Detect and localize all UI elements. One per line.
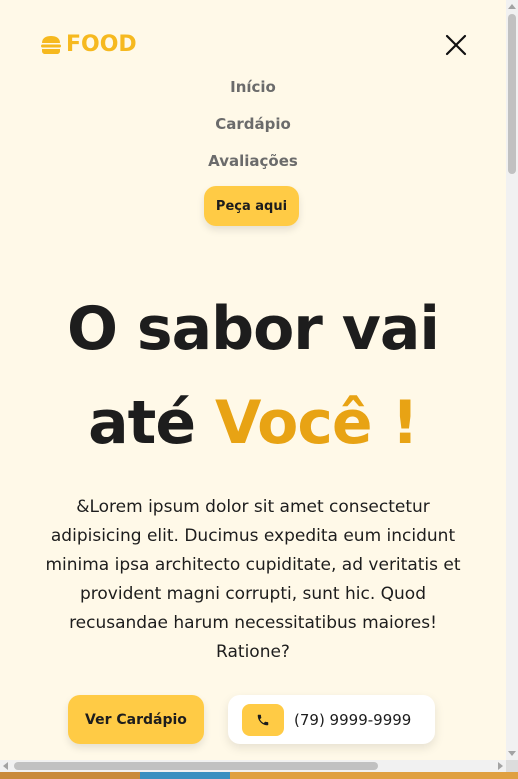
horizontal-scrollbar[interactable] bbox=[0, 760, 506, 772]
scroll-left-icon[interactable] bbox=[3, 762, 8, 770]
burger-icon bbox=[41, 36, 61, 54]
phone-icon bbox=[242, 703, 284, 736]
vertical-scrollbar[interactable] bbox=[506, 0, 518, 760]
hero-description: &Lorem ipsum dolor sit amet consectetur … bbox=[45, 497, 461, 662]
view-menu-button[interactable]: Ver Cardápio bbox=[68, 695, 204, 744]
phone-button[interactable]: (79) 9999-9999 bbox=[228, 695, 435, 744]
hero-title-accent: Você ! bbox=[214, 388, 419, 458]
phone-number: (79) 9999-9999 bbox=[294, 710, 412, 729]
logo-text: FOOD bbox=[66, 32, 137, 57]
vertical-scroll-thumb[interactable] bbox=[508, 14, 516, 174]
scroll-right-icon[interactable] bbox=[498, 762, 503, 770]
hero-title: O sabor vai até Você ! bbox=[0, 282, 506, 470]
logo[interactable]: FOOD bbox=[40, 33, 137, 57]
close-icon[interactable] bbox=[443, 32, 469, 58]
scroll-down-icon[interactable] bbox=[508, 751, 516, 756]
page: FOOD Início Cardápio Avaliações Peça aqu… bbox=[0, 0, 506, 760]
main-nav: Início Cardápio Avaliações bbox=[0, 76, 506, 187]
nav-item-inicio[interactable]: Início bbox=[0, 76, 506, 113]
horizontal-scroll-thumb[interactable] bbox=[14, 762, 378, 770]
scrollbar-corner bbox=[506, 760, 518, 772]
hero-title-line1: O sabor vai bbox=[67, 294, 440, 364]
hero-title-line2: até bbox=[88, 388, 215, 458]
nav-item-avaliacoes[interactable]: Avaliações bbox=[0, 150, 506, 187]
nav-item-cardapio[interactable]: Cardápio bbox=[0, 113, 506, 150]
order-button[interactable]: Peça aqui bbox=[204, 186, 299, 226]
scroll-up-icon[interactable] bbox=[508, 4, 516, 9]
next-section-preview bbox=[0, 772, 518, 779]
